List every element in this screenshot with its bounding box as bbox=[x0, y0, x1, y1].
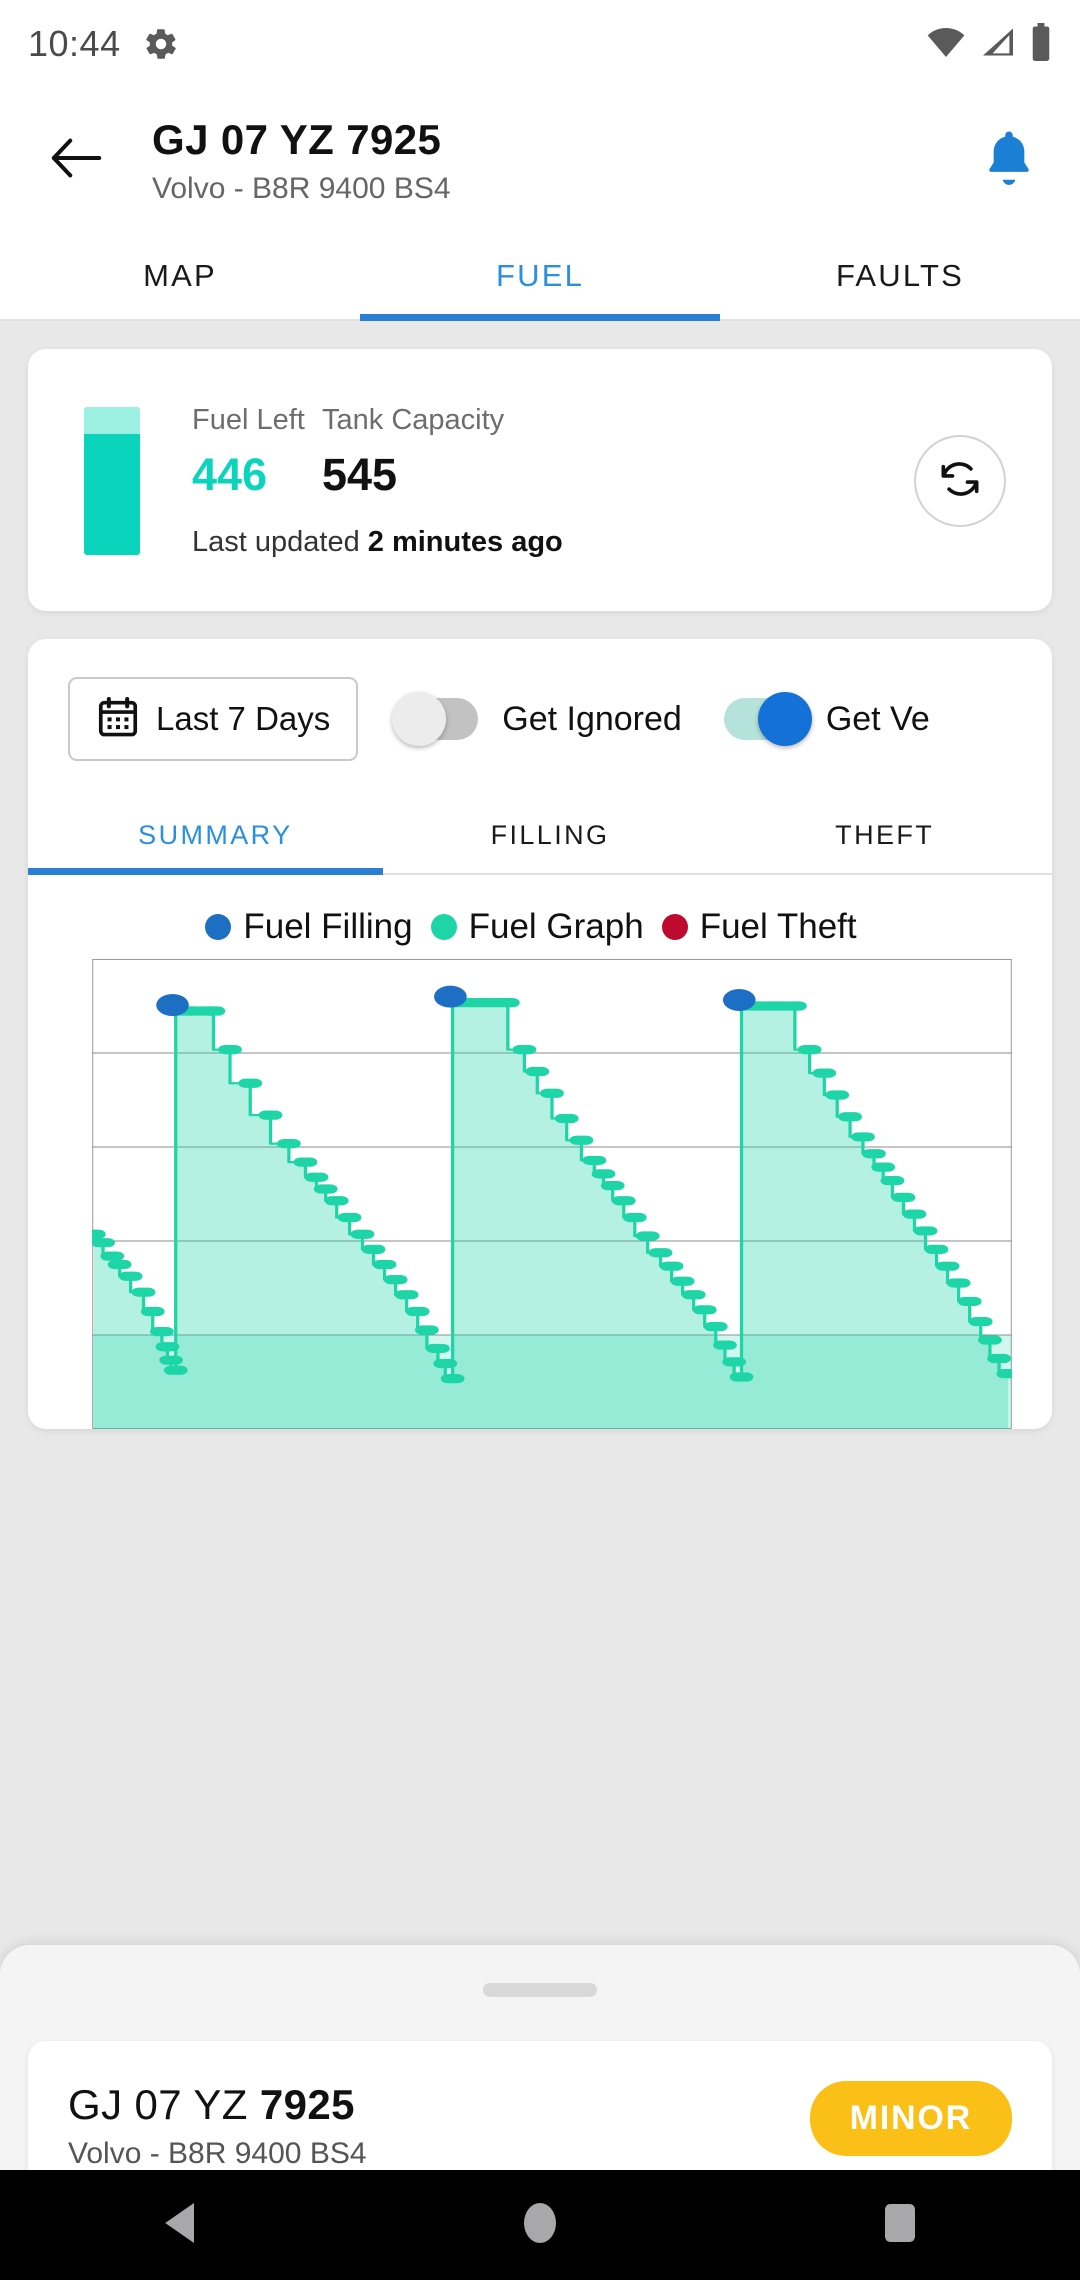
nav-recents-button[interactable] bbox=[840, 2201, 960, 2250]
circle-home-icon bbox=[520, 2199, 560, 2252]
legend-item-fuel-theft: Fuel Theft bbox=[661, 907, 857, 947]
last-updated-text: Last updated 2 minutes ago bbox=[192, 526, 563, 559]
content-scroll: Fuel Left 446 Tank Capacity 545 Last upd… bbox=[0, 349, 1080, 1429]
tab-map-label: MAP bbox=[143, 258, 217, 293]
battery-icon bbox=[1030, 22, 1052, 66]
vehicle-model-sub: Volvo - B8R 9400 BS4 bbox=[68, 2137, 367, 2170]
get-ignored-label: Get Ignored bbox=[502, 699, 682, 738]
legend-label: Fuel Theft bbox=[699, 907, 857, 946]
plate-prefix: GJ 07 YZ bbox=[68, 2081, 260, 2128]
fuel-tank-gauge-fill bbox=[84, 433, 140, 555]
plate-number: 7925 bbox=[259, 2081, 355, 2128]
fuel-left-value: 446 bbox=[192, 449, 268, 501]
vehicle-plate: GJ 07 YZ 7925 bbox=[68, 2081, 367, 2129]
status-bar: 10:44 bbox=[0, 0, 1080, 88]
date-range-button[interactable]: Last 7 Days bbox=[68, 677, 359, 761]
drag-handle[interactable] bbox=[483, 1983, 597, 1997]
legend-item-fuel-filling: Fuel Filling bbox=[205, 907, 413, 947]
status-badge[interactable]: MINOR bbox=[809, 2081, 1012, 2156]
calendar-icon bbox=[96, 695, 140, 744]
nav-back-button[interactable] bbox=[120, 2201, 240, 2250]
nav-home-button[interactable] bbox=[480, 2199, 600, 2252]
subtab-filling[interactable]: FILLING bbox=[383, 797, 718, 873]
get-verified-toggle[interactable] bbox=[723, 692, 812, 746]
arrow-left-icon bbox=[49, 136, 103, 185]
fuel-left-label: Fuel Left bbox=[192, 404, 305, 437]
refresh-button[interactable] bbox=[914, 435, 1006, 527]
chart-legend: Fuel Filling Fuel Graph Fuel Theft bbox=[28, 875, 1052, 959]
fuel-stats-row: Fuel Left 446 Tank Capacity 545 bbox=[192, 403, 563, 503]
chart-holder bbox=[28, 959, 1052, 1429]
fuel-summary-info: Fuel Left 446 Tank Capacity 545 Last upd… bbox=[192, 403, 563, 558]
date-range-label: Last 7 Days bbox=[156, 700, 331, 737]
tab-faults-label: FAULTS bbox=[835, 258, 965, 293]
tank-capacity-label: Tank Capacity bbox=[322, 404, 505, 437]
fuel-tank-gauge bbox=[84, 407, 140, 555]
legend-dot-icon bbox=[430, 914, 457, 940]
header-titles: GJ 07 YZ 7925 Volvo - B8R 9400 BS4 bbox=[152, 116, 451, 204]
graph-controls: Last 7 Days Get Ignored Get Ve bbox=[28, 639, 1052, 797]
last-updated-prefix: Last updated bbox=[192, 525, 368, 558]
subtab-filling-label: FILLING bbox=[490, 819, 610, 850]
triangle-back-icon bbox=[160, 2201, 200, 2250]
tank-capacity-block: Tank Capacity 545 bbox=[322, 403, 504, 503]
get-ignored-toggle[interactable] bbox=[392, 692, 479, 746]
tab-map[interactable]: MAP bbox=[0, 233, 360, 319]
get-verified-toggle-wrap: Get Ve bbox=[723, 692, 930, 746]
refresh-sync-icon bbox=[937, 456, 983, 507]
status-time: 10:44 bbox=[28, 23, 121, 64]
gear-icon bbox=[143, 26, 179, 62]
vehicle-alert-text: GJ 07 YZ 7925 Volvo - B8R 9400 BS4 bbox=[68, 2081, 367, 2171]
tab-faults[interactable]: FAULTS bbox=[720, 233, 1080, 319]
get-verified-label: Get Ve bbox=[825, 699, 930, 738]
tab-fuel[interactable]: FUEL bbox=[360, 233, 720, 321]
bottom-sheet: GJ 07 YZ 7925 Volvo - B8R 9400 BS4 MINOR bbox=[0, 1945, 1080, 2201]
legend-label: Fuel Filling bbox=[243, 907, 413, 946]
android-nav-bar bbox=[0, 2170, 1080, 2280]
subtab-theft-label: THEFT bbox=[835, 819, 935, 850]
graph-sub-tab-bar: SUMMARY FILLING THEFT bbox=[28, 797, 1052, 875]
notification-button[interactable] bbox=[982, 129, 1036, 192]
square-recents-icon bbox=[881, 2201, 919, 2250]
page-title: GJ 07 YZ 7925 bbox=[152, 116, 442, 164]
main-tab-bar: MAP FUEL FAULTS bbox=[0, 233, 1080, 321]
fuel-left-block: Fuel Left 446 bbox=[192, 403, 322, 503]
back-button[interactable] bbox=[40, 136, 112, 185]
toggle-thumb bbox=[757, 692, 812, 746]
legend-dot-icon bbox=[661, 914, 688, 940]
signal-icon bbox=[980, 25, 1016, 64]
subtab-summary[interactable]: SUMMARY bbox=[28, 797, 383, 875]
toggle-thumb bbox=[392, 692, 447, 746]
fuel-summary-card: Fuel Left 446 Tank Capacity 545 Last upd… bbox=[28, 349, 1052, 611]
status-icons bbox=[926, 22, 1052, 66]
subtab-theft[interactable]: THEFT bbox=[717, 797, 1052, 873]
wifi-icon bbox=[926, 25, 966, 64]
get-ignored-toggle-wrap: Get Ignored bbox=[392, 692, 682, 746]
fuel-graph-card: Last 7 Days Get Ignored Get Ve SUMMARY F… bbox=[28, 639, 1052, 1429]
tank-capacity-value: 545 bbox=[322, 449, 398, 501]
tab-fuel-label: FUEL bbox=[495, 258, 585, 293]
fuel-level-chart[interactable] bbox=[92, 959, 1012, 1429]
legend-label: Fuel Graph bbox=[468, 907, 644, 946]
last-updated-value: 2 minutes ago bbox=[367, 525, 563, 558]
subtab-summary-label: SUMMARY bbox=[138, 819, 293, 850]
app-header: GJ 07 YZ 7925 Volvo - B8R 9400 BS4 bbox=[0, 88, 1080, 233]
vehicle-model: Volvo - B8R 9400 BS4 bbox=[152, 171, 451, 205]
legend-dot-icon bbox=[205, 914, 232, 940]
bell-icon bbox=[982, 129, 1036, 192]
legend-item-fuel-graph: Fuel Graph bbox=[430, 907, 644, 947]
